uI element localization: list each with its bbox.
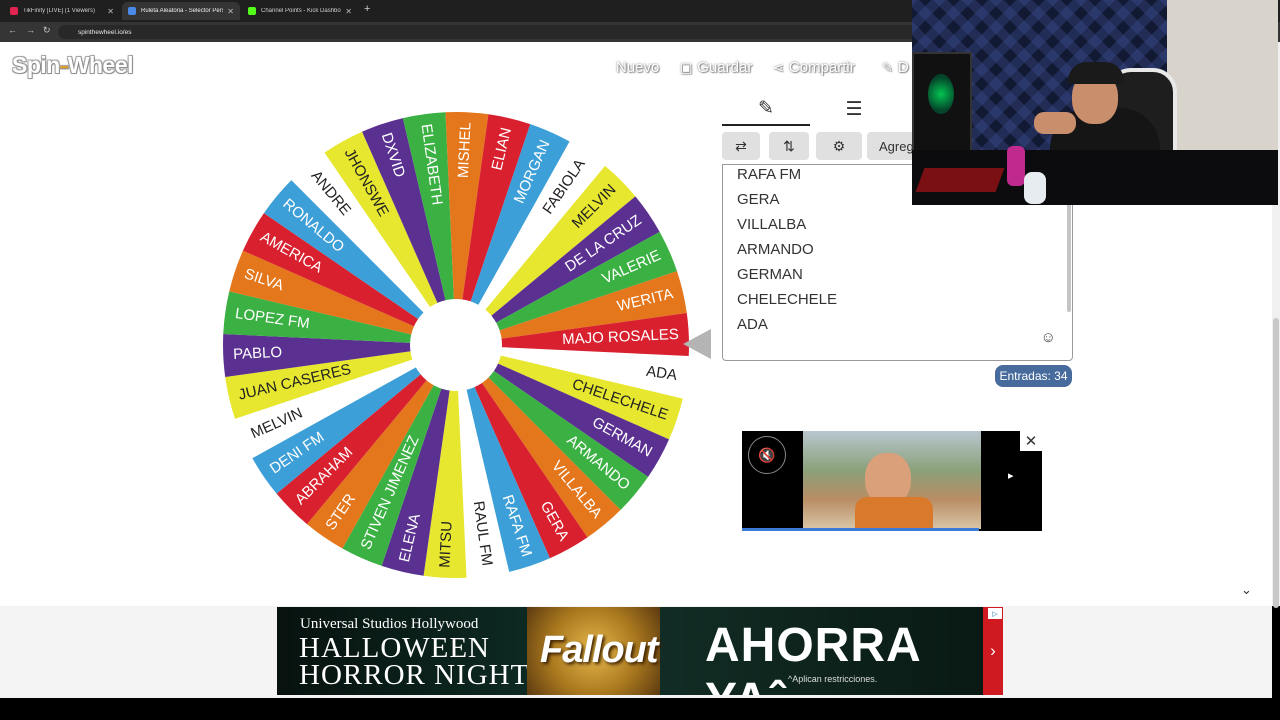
entry-item: GERMAN	[737, 266, 803, 283]
browser-tab-kick[interactable]: Channel Points - Kick Dashboard ✕	[242, 2, 358, 20]
banner-arrow-icon[interactable]: ›	[983, 607, 1003, 695]
shuffle-icon: ⇄	[735, 137, 747, 154]
entry-item: VILLALBA	[737, 216, 807, 233]
banner-ad[interactable]: Universal Studios Hollywood HALLOWEEN HO…	[277, 607, 1003, 695]
webcam-bottle	[1007, 146, 1025, 186]
guardar-label: Guardar	[697, 59, 753, 76]
chevron-down-icon[interactable]: ⌄	[1241, 582, 1252, 598]
browser-tab-tikfinity[interactable]: TikFinity [LIVE] (1 Viewers) ✕	[4, 2, 120, 20]
logo-dots: •••	[59, 61, 68, 72]
spinwheel-logo[interactable]: Spin•••Wheel	[12, 52, 134, 79]
panel-tabs: ✎ ☰	[722, 92, 922, 126]
browser-tab-ruleta[interactable]: Ruleta Aleatoria - Selector Personas ✕	[122, 2, 240, 20]
screen: TikFinity [LIVE] (1 Viewers) ✕ Ruleta Al…	[0, 0, 1280, 720]
d-label: D	[897, 59, 909, 76]
wheel-hub[interactable]	[410, 299, 502, 391]
wheel-pointer	[683, 329, 711, 359]
shuffle-button[interactable]: ⇄	[722, 132, 760, 160]
kick-favicon-icon	[248, 7, 256, 15]
webcam-overlay	[912, 0, 1278, 205]
entries-count-badge: Entradas: 34	[995, 365, 1072, 387]
mute-icon[interactable]: 🔇	[748, 436, 786, 474]
entry-item: RAFA FM	[737, 166, 802, 183]
sort-button[interactable]: ⇅	[769, 132, 809, 160]
tab-close-icon[interactable]: ✕	[107, 7, 114, 16]
entries-list: RAFA FM GERA VILLALBA ARMANDO GERMAN CHE…	[737, 165, 837, 340]
emoji-icon[interactable]: ☺	[1041, 329, 1056, 346]
tab-title: Channel Points - Kick Dashboard	[261, 8, 342, 14]
tab-results[interactable]: ☰	[810, 92, 898, 126]
spinwheel-favicon-icon	[128, 7, 136, 15]
webcam-pc-light	[928, 74, 954, 114]
nuevo-button[interactable]: Nuevo	[616, 59, 659, 76]
entry-item: ARMANDO	[737, 241, 814, 258]
wheel-segment-label: MISHEL	[455, 122, 475, 179]
compartir-label: Compartir	[788, 59, 855, 76]
spin-wheel[interactable]: ADACHELECHELEGERMANARMANDOVILLALBAGERARA…	[216, 105, 696, 585]
tikfinity-favicon-icon	[10, 7, 18, 15]
pencil-icon: ✎	[882, 59, 893, 75]
entry-item: CHELECHELE	[737, 291, 838, 308]
forward-icon[interactable]: →	[26, 25, 35, 35]
new-tab-button[interactable]: +	[364, 3, 370, 15]
add-label: Agreg	[879, 138, 914, 154]
nuevo-label: Nuevo	[616, 59, 660, 76]
clipboard-icon: ☰	[845, 98, 863, 120]
save-icon: ▣	[680, 59, 693, 75]
tab-close-icon[interactable]: ✕	[345, 7, 352, 16]
tab-edit-entries[interactable]: ✎	[722, 92, 810, 126]
back-icon[interactable]: ←	[8, 25, 17, 35]
adchoices-icon[interactable]: ▷	[988, 608, 1002, 619]
video-progress-bar	[742, 528, 979, 531]
add-entry-button[interactable]: Agreg	[867, 132, 914, 160]
sort-icon: ⇅	[783, 137, 795, 154]
pencil-icon: ✎	[758, 97, 774, 119]
share-icon: ⋖	[773, 59, 784, 75]
entry-item: GERA	[737, 191, 780, 208]
url-field[interactable]: spinthewheel.io/es	[58, 25, 918, 39]
video-person-shirt	[855, 497, 933, 529]
compartir-button[interactable]: ⋖ Compartir	[773, 59, 855, 76]
webcam-keyboard	[915, 168, 1005, 192]
logo-text-wheel: Wheel	[67, 52, 134, 78]
entry-item: ADA	[737, 316, 768, 333]
page-scrollbar-thumb[interactable]	[1273, 318, 1279, 608]
video-frame	[803, 431, 981, 529]
d-button[interactable]: ✎ D	[882, 59, 909, 76]
webcam-person-arm	[1034, 112, 1076, 134]
banner-line-horror-nights: HORROR NIGHTS	[299, 659, 547, 691]
banner-line-universal: Universal Studios Hollywood	[300, 616, 479, 632]
webcam-water-bottle	[1024, 172, 1046, 204]
wheel-segment-label: PABLO	[233, 344, 283, 363]
video-ad[interactable]: 🔇 ✕ ▸	[742, 431, 1042, 531]
wheel-segment-label: MITSU	[436, 521, 455, 568]
entries-scrollbar[interactable]	[1067, 204, 1071, 312]
guardar-button[interactable]: ▣ Guardar	[680, 59, 752, 76]
tab-close-icon[interactable]: ✕	[227, 7, 234, 16]
settings-button[interactable]: ⚙	[816, 132, 862, 160]
url-text: spinthewheel.io/es	[78, 28, 132, 36]
webcam-person-cap	[1068, 62, 1124, 84]
logo-text-spin: Spin	[12, 52, 60, 78]
tab-title: Ruleta Aleatoria - Selector Personas	[141, 8, 224, 14]
tab-title: TikFinity [LIVE] (1 Viewers)	[23, 8, 96, 14]
reload-icon[interactable]: ↻	[43, 25, 51, 36]
fallout-logo: Fallout	[540, 629, 659, 671]
gear-icon: ⚙	[832, 137, 846, 154]
banner-disclaimer: ^Aplican restricciones.	[788, 674, 878, 684]
close-icon[interactable]: ✕	[1020, 431, 1042, 451]
mouse-cursor-icon: ▸	[1008, 470, 1014, 482]
